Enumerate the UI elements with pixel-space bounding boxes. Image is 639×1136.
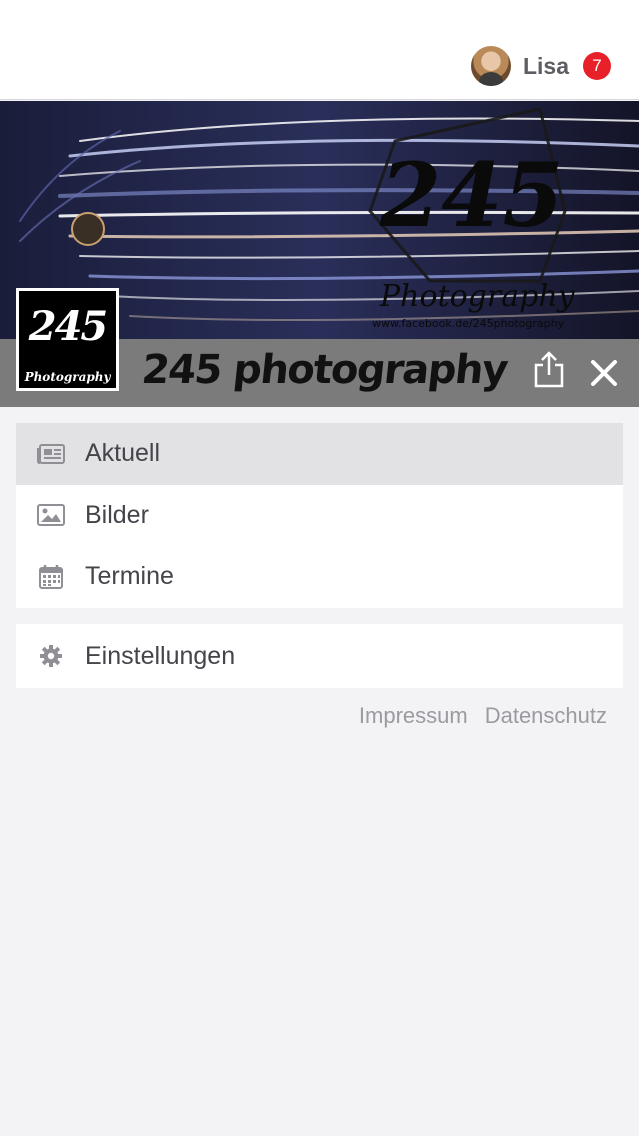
main-menu: Aktuell Bilder Termine: [16, 423, 623, 608]
hero-banner: 245 Photography www.facebook.de/245photo…: [0, 101, 639, 407]
menu-item-bilder[interactable]: Bilder: [16, 485, 623, 547]
close-icon: [591, 360, 617, 386]
menu-item-aktuell[interactable]: Aktuell: [16, 423, 623, 485]
datenschutz-link[interactable]: Datenschutz: [485, 703, 607, 729]
calendar-icon: [36, 562, 66, 592]
menu-item-label: Bilder: [85, 500, 149, 529]
newspaper-icon: [36, 439, 66, 469]
footer-links: Impressum Datenschutz: [359, 703, 607, 729]
banner-url: www.facebook.de/245photography: [372, 317, 565, 330]
impressum-link[interactable]: Impressum: [359, 703, 468, 729]
menu-item-einstellungen[interactable]: Einstellungen: [16, 624, 623, 688]
gear-icon: [36, 641, 66, 671]
top-bar: Lisa 7: [0, 0, 639, 100]
settings-menu: Einstellungen: [16, 624, 623, 688]
menu-item-label: Termine: [85, 562, 174, 591]
avatar[interactable]: [470, 46, 511, 86]
close-button[interactable]: [586, 355, 622, 391]
logo-subtitle: Photography: [24, 370, 111, 384]
menu-item-termine[interactable]: Termine: [16, 546, 623, 608]
user-profile[interactable]: Lisa 7: [470, 46, 611, 86]
notification-badge[interactable]: 7: [583, 52, 611, 80]
share-button[interactable]: [530, 349, 568, 389]
banner-logo-subtitle: Photography: [379, 279, 576, 314]
menu-item-label: Aktuell: [85, 439, 161, 468]
page-title: 245 photography: [139, 347, 510, 393]
menu-item-label: Einstellungen: [85, 641, 236, 670]
profile-logo: 245 Photography: [16, 288, 119, 391]
image-icon: [36, 500, 66, 530]
user-name[interactable]: Lisa: [523, 53, 569, 80]
logo-number: 245: [28, 303, 109, 350]
banner-logo-text: 245: [379, 143, 564, 247]
share-icon: [534, 351, 564, 388]
